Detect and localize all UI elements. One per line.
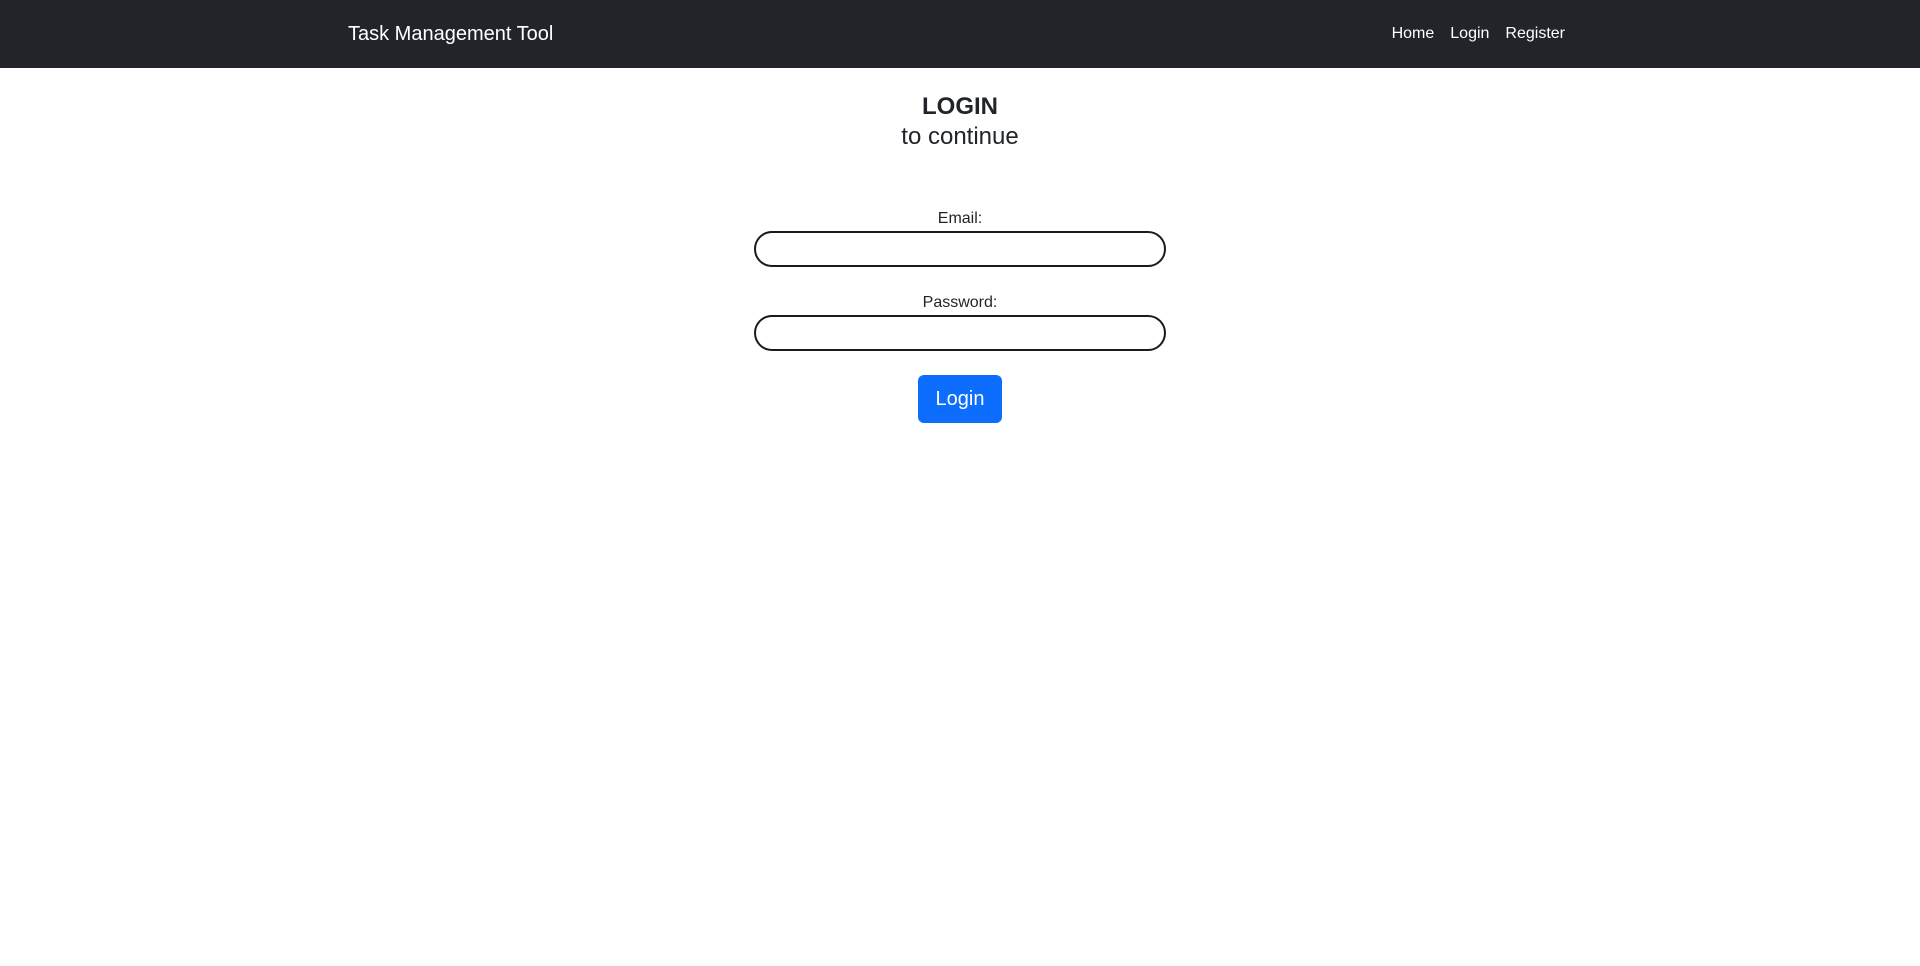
brand-link[interactable]: Task Management Tool xyxy=(348,0,553,68)
page-subtitle: to continue xyxy=(901,123,1019,150)
nav-links: Home Login Register xyxy=(1392,0,1565,68)
top-navbar: Task Management Tool Home Login Register xyxy=(0,0,1920,68)
nav-link-register[interactable]: Register xyxy=(1505,25,1565,43)
email-field[interactable] xyxy=(754,231,1166,267)
password-label: Password: xyxy=(922,294,998,311)
password-field[interactable] xyxy=(754,315,1166,351)
email-label: Email: xyxy=(937,210,983,227)
login-button[interactable]: Login xyxy=(918,375,1002,423)
page-title: LOGIN xyxy=(922,93,998,120)
page-heading: LOGIN to continue xyxy=(0,92,1920,152)
nav-link-login[interactable]: Login xyxy=(1450,25,1489,43)
nav-link-home[interactable]: Home xyxy=(1392,25,1435,43)
